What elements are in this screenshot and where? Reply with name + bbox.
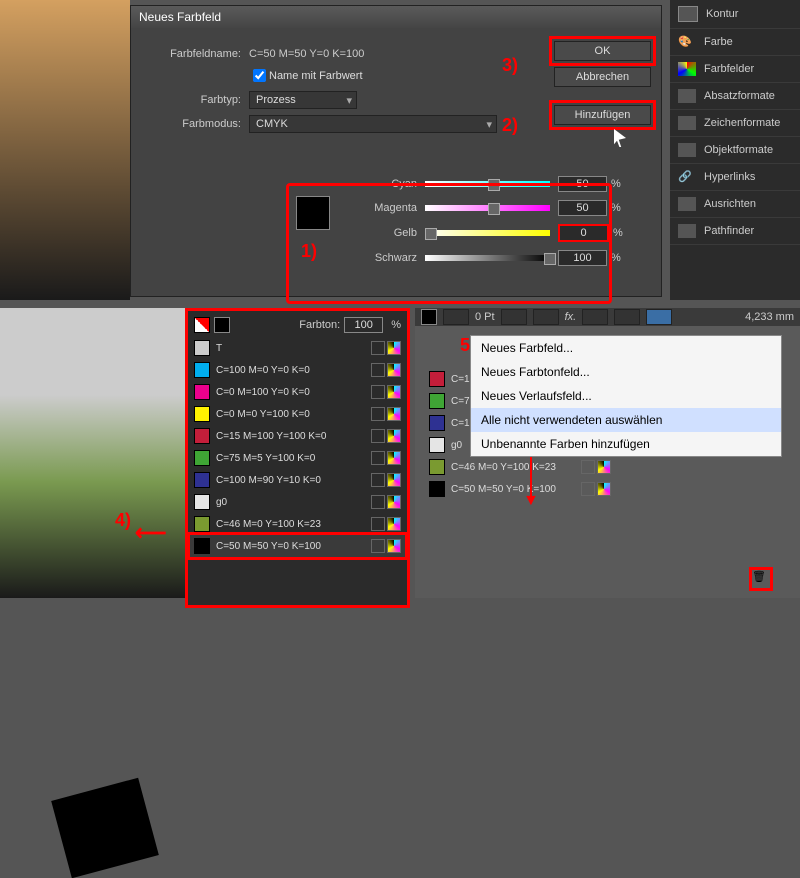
panel-item-farbe[interactable]: 🎨Farbe bbox=[670, 29, 800, 56]
add-button[interactable]: Hinzufügen bbox=[554, 105, 651, 125]
cmyk-icon bbox=[387, 385, 401, 399]
panel-item-kontur[interactable]: Kontur bbox=[670, 0, 800, 29]
swatch-row[interactable]: C=46 M=0 Y=100 K=23 bbox=[190, 513, 405, 535]
cmyk-icon bbox=[387, 473, 401, 487]
mode-label: Farbmodus: bbox=[141, 118, 241, 130]
panel-item-farbfelder[interactable]: Farbfelder bbox=[670, 56, 800, 83]
swatch-row[interactable]: C=0 M=100 Y=0 K=0 bbox=[190, 381, 405, 403]
name-value: C=50 M=50 Y=0 K=100 bbox=[249, 48, 364, 60]
swatch-row[interactable]: g0 bbox=[190, 491, 405, 513]
name-with-value-checkbox[interactable] bbox=[253, 69, 266, 82]
swatch-type-icon bbox=[581, 482, 595, 496]
cmyk-icon bbox=[387, 341, 401, 355]
swatch-type-icon bbox=[371, 385, 385, 399]
cmyk-icon bbox=[387, 539, 401, 553]
swatch-type-icon bbox=[371, 539, 385, 553]
panels-sidebar: Kontur 🎨Farbe Farbfelder Absatzformate Z… bbox=[670, 0, 800, 300]
swatch-type-icon bbox=[371, 429, 385, 443]
swatch-row[interactable]: C=100 M=90 Y=10 K=0 bbox=[190, 469, 405, 491]
cmyk-icon bbox=[387, 407, 401, 421]
swatch-type-icon bbox=[371, 495, 385, 509]
panel-item-ausrichten[interactable]: Ausrichten bbox=[670, 191, 800, 218]
swatch-type-icon bbox=[371, 473, 385, 487]
tint-label: Farbton: bbox=[299, 319, 340, 331]
menu-add-unnamed[interactable]: Unbenannte Farben hinzufügen bbox=[471, 432, 781, 456]
swatch-row[interactable]: C=75 M=5 Y=100 K=0 bbox=[190, 447, 405, 469]
swatch-type-icon bbox=[371, 407, 385, 421]
none-swatch[interactable] bbox=[194, 317, 210, 333]
cmyk-icon bbox=[387, 451, 401, 465]
menu-new-gradient[interactable]: Neues Verlaufsfeld... bbox=[471, 384, 781, 408]
panel-item-absatz[interactable]: Absatzformate bbox=[670, 83, 800, 110]
type-dropdown[interactable]: Prozess bbox=[249, 91, 357, 109]
cmyk-icon bbox=[387, 363, 401, 377]
menu-new-swatch[interactable]: Neues Farbfeld... bbox=[471, 336, 781, 360]
swatch-row[interactable]: T bbox=[190, 337, 405, 359]
tint-value[interactable]: 100 bbox=[344, 317, 383, 333]
menu-new-tint[interactable]: Neues Farbtonfeld... bbox=[471, 360, 781, 384]
cancel-button[interactable]: Abbrechen bbox=[554, 67, 651, 87]
fill-swatch[interactable] bbox=[214, 317, 230, 333]
swatch-type-icon bbox=[371, 341, 385, 355]
menu-select-unused[interactable]: Alle nicht verwendeten auswählen bbox=[471, 408, 781, 432]
panel-item-zeichen[interactable]: Zeichenformate bbox=[670, 110, 800, 137]
swatch-type-icon bbox=[581, 460, 595, 474]
name-label: Farbfeldname: bbox=[141, 48, 241, 60]
swatch-row[interactable]: C=0 M=0 Y=100 K=0 bbox=[190, 403, 405, 425]
ok-button[interactable]: OK bbox=[554, 41, 651, 61]
panel-item-hyperlinks[interactable]: 🔗Hyperlinks bbox=[670, 164, 800, 191]
type-label: Farbtyp: bbox=[141, 94, 241, 106]
cmyk-icon bbox=[387, 429, 401, 443]
swatch-row[interactable]: C=50 M=50 Y=0 K=100 bbox=[190, 535, 405, 557]
panel-item-pathfinder[interactable]: Pathfinder bbox=[670, 218, 800, 245]
cmyk-icon bbox=[597, 460, 611, 474]
swatch-type-icon bbox=[371, 363, 385, 377]
checkbox-label: Name mit Farbwert bbox=[269, 70, 363, 82]
cmyk-icon bbox=[387, 495, 401, 509]
swatch-type-icon bbox=[371, 517, 385, 531]
swatch-row[interactable]: C=46 M=0 Y=100 K=23 bbox=[425, 456, 615, 478]
panel-item-objekt[interactable]: Objektformate bbox=[670, 137, 800, 164]
swatch-type-icon bbox=[371, 451, 385, 465]
swatch-row[interactable]: C=100 M=0 Y=0 K=0 bbox=[190, 359, 405, 381]
arrow-icon: ⟵ bbox=[135, 520, 167, 546]
swatch-row[interactable]: C=15 M=100 Y=100 K=0 bbox=[190, 425, 405, 447]
dialog-title: Neues Farbfeld bbox=[131, 6, 661, 28]
cmyk-icon bbox=[387, 517, 401, 531]
swatch-row[interactable]: C=50 M=50 Y=0 K=100 bbox=[425, 478, 615, 500]
swatch-context-menu: Neues Farbfeld... Neues Farbtonfeld... N… bbox=[470, 335, 782, 457]
swatches-panel: Farbton: 100 % TC=100 M=0 Y=0 K=0C=0 M=1… bbox=[185, 308, 410, 608]
mode-dropdown[interactable]: CMYK bbox=[249, 115, 497, 133]
trash-icon[interactable]: 🗑 bbox=[752, 570, 770, 588]
cmyk-icon bbox=[597, 482, 611, 496]
new-swatch-dialog: Neues Farbfeld Farbfeldname: C=50 M=50 Y… bbox=[130, 5, 662, 297]
